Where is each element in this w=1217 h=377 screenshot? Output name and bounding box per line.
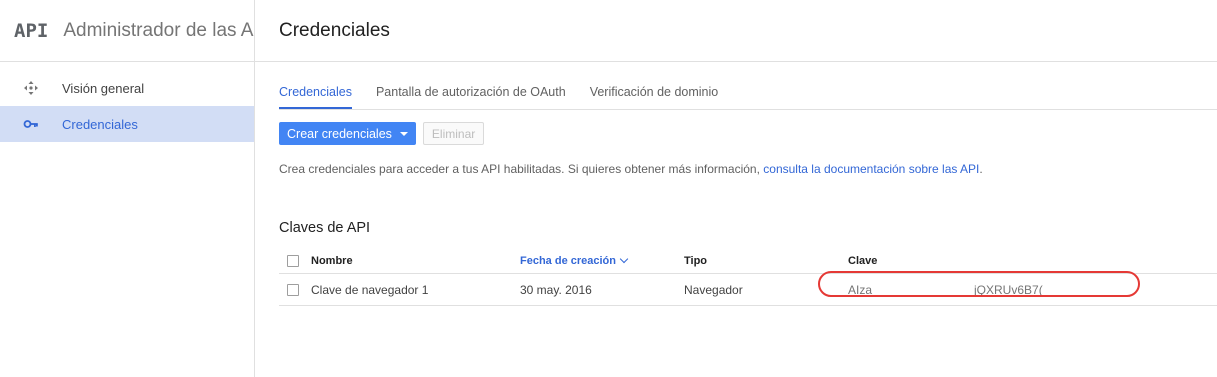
row-checkbox[interactable] bbox=[287, 283, 299, 296]
sidebar-item-label: Visión general bbox=[62, 80, 145, 96]
key-value[interactable]: AIza jQXRUv6B7( bbox=[848, 283, 1148, 297]
key-type: Navegador bbox=[684, 282, 743, 297]
column-header-created[interactable]: Fecha de creación bbox=[520, 254, 684, 267]
key-name-link[interactable]: Clave de navegador 1 bbox=[311, 283, 520, 297]
key-icon bbox=[22, 115, 40, 133]
create-credentials-label: Crear credenciales bbox=[287, 126, 392, 141]
tab-oauth-consent[interactable]: Pantalla de autorización de OAuth bbox=[376, 85, 566, 109]
app-title[interactable]: Administrador de las API bbox=[63, 20, 254, 42]
table-row[interactable]: Clave de navegador 1 30 may. 2016 Navega… bbox=[279, 270, 1217, 306]
column-header-name[interactable]: Nombre bbox=[311, 255, 520, 267]
sort-descending-icon bbox=[619, 254, 629, 263]
select-all-cell bbox=[279, 254, 311, 267]
table-header-row: Nombre Fecha de creación Tipo Clave bbox=[279, 248, 1217, 274]
key-value-start: AIza bbox=[848, 282, 873, 297]
info-suffix: . bbox=[979, 162, 983, 176]
info-text: Crea credenciales para acceder a tus API… bbox=[279, 162, 1217, 176]
row-select-cell bbox=[279, 283, 311, 296]
documentation-link[interactable]: consulta la documentación sobre las API bbox=[763, 162, 979, 176]
tab-domain-verification[interactable]: Verificación de dominio bbox=[590, 85, 719, 109]
sidebar-header: API Administrador de las API bbox=[0, 0, 254, 62]
action-bar: Crear credenciales Eliminar bbox=[279, 122, 1217, 145]
main-content: Credenciales Pantalla de autorización de… bbox=[279, 62, 1217, 306]
column-header-key[interactable]: Clave bbox=[848, 255, 1148, 267]
tab-bar: Credenciales Pantalla de autorización de… bbox=[279, 62, 1217, 110]
sidebar-item-credentials[interactable]: Credenciales bbox=[0, 106, 254, 142]
column-header-created-label: Fecha de creación bbox=[520, 254, 616, 267]
key-value-end: jQXRUv6B7( bbox=[974, 282, 1043, 297]
sidebar-item-overview[interactable]: Visión general bbox=[0, 70, 254, 106]
caret-down-icon bbox=[399, 131, 408, 136]
key-value-cell: AIza jQXRUv6B7( bbox=[818, 270, 1148, 297]
move-arrows-icon bbox=[22, 79, 40, 97]
info-body: Crea credenciales para acceder a tus API… bbox=[279, 162, 764, 176]
sidebar: API Administrador de las API Visión gene… bbox=[0, 0, 255, 377]
select-all-checkbox[interactable] bbox=[287, 254, 299, 267]
api-logo[interactable]: API bbox=[14, 20, 48, 42]
api-keys-title: Claves de API bbox=[279, 220, 371, 236]
sidebar-item-label: Credenciales bbox=[62, 116, 138, 132]
top-header: Credenciales bbox=[255, 0, 1217, 62]
sidebar-nav: Visión general Credenciales bbox=[0, 70, 254, 142]
key-created-date: 30 may. 2016 bbox=[520, 282, 592, 297]
delete-label: Eliminar bbox=[431, 126, 476, 141]
create-credentials-button[interactable]: Crear credenciales bbox=[279, 122, 416, 145]
api-keys-table: Nombre Fecha de creación Tipo Clave Clav… bbox=[279, 248, 1217, 306]
tab-credentials[interactable]: Credenciales bbox=[279, 85, 352, 109]
delete-button[interactable]: Eliminar bbox=[422, 122, 485, 145]
column-header-type[interactable]: Tipo bbox=[684, 255, 848, 267]
page-title: Credenciales bbox=[279, 19, 390, 41]
